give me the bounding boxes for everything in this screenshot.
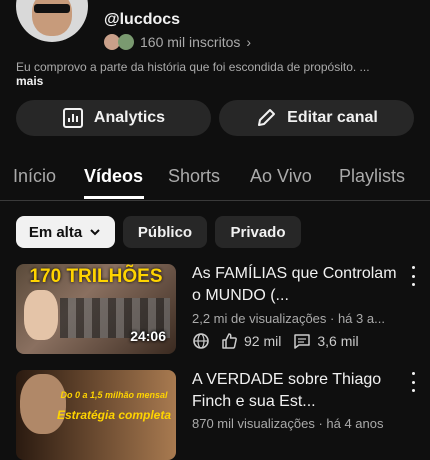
analytics-label: Analytics [93, 109, 166, 126]
globe-icon [193, 333, 209, 349]
subscriber-avatar-icon [118, 34, 134, 50]
filter-private-chip[interactable]: Privado [215, 216, 301, 248]
analytics-button[interactable]: Analytics [16, 100, 211, 136]
video-title[interactable]: As FAMÍLIAS que Controlam o MUNDO (... [192, 263, 402, 307]
analytics-icon [62, 108, 83, 128]
channel-avatar[interactable] [16, 0, 88, 42]
sort-dropdown[interactable]: Em alta [16, 216, 115, 248]
tab-videos[interactable]: Vídeos [84, 166, 143, 187]
tabs-divider [0, 200, 430, 201]
description-more-link[interactable]: mais [16, 74, 43, 88]
video-meta: 870 mil visualizações · há 4 anos [192, 416, 384, 431]
subscriber-count: 160 mil inscritos [140, 34, 241, 50]
more-options-icon[interactable] [408, 372, 418, 392]
channel-description[interactable]: Eu comprovo a parte da história que foi … [16, 60, 416, 88]
thumbnail-title: 170 TRILHÕES [29, 266, 163, 287]
description-text: Eu comprovo a parte da história que foi … [16, 60, 370, 74]
comment-icon [294, 334, 311, 349]
video-stats: 92 mil 3,6 mil [192, 332, 359, 350]
thumbnail-title: Estratégia completa [56, 408, 172, 422]
video-meta: 2,2 mi de visualizações · há 3 a... [192, 311, 385, 326]
like-count: 92 mil [244, 333, 282, 349]
channel-tabs: Início Vídeos Shorts Ao Vivo Playlists [0, 160, 430, 200]
like-icon [222, 333, 237, 349]
subscribers-row[interactable]: 160 mil inscritos › [104, 32, 251, 52]
more-options-icon[interactable] [408, 266, 418, 286]
video-title[interactable]: A VERDADE sobre Thiago Finch e sua Est..… [192, 369, 402, 413]
video-thumbnail[interactable]: Do 0 a 1,5 milhão mensal Estratégia comp… [16, 370, 176, 460]
video-thumbnail[interactable]: 170 TRILHÕES 24:06 [16, 264, 176, 354]
chevron-right-icon: › [246, 34, 252, 50]
tab-ao-vivo[interactable]: Ao Vivo [250, 166, 312, 187]
pencil-icon [258, 109, 276, 126]
active-tab-indicator [84, 196, 144, 199]
sort-label: Em alta [28, 223, 83, 241]
tab-shorts[interactable]: Shorts [168, 166, 220, 187]
thumbnail-subtitle: Do 0 a 1,5 milhão mensal [60, 390, 168, 400]
thumbnail-figure [20, 374, 66, 434]
edit-channel-button[interactable]: Editar canal [219, 100, 414, 136]
channel-handle: @lucdocs [104, 11, 181, 28]
tab-playlists[interactable]: Playlists [339, 166, 405, 187]
thumbnail-figure [24, 290, 58, 340]
edit-channel-label: Editar canal [287, 109, 378, 126]
video-duration: 24:06 [130, 328, 166, 344]
chevron-down-icon [90, 229, 100, 236]
filter-public-chip[interactable]: Público [123, 216, 207, 248]
avatar-glasses [34, 4, 70, 13]
tab-inicio[interactable]: Início [13, 166, 56, 187]
comment-count: 3,6 mil [317, 333, 359, 349]
